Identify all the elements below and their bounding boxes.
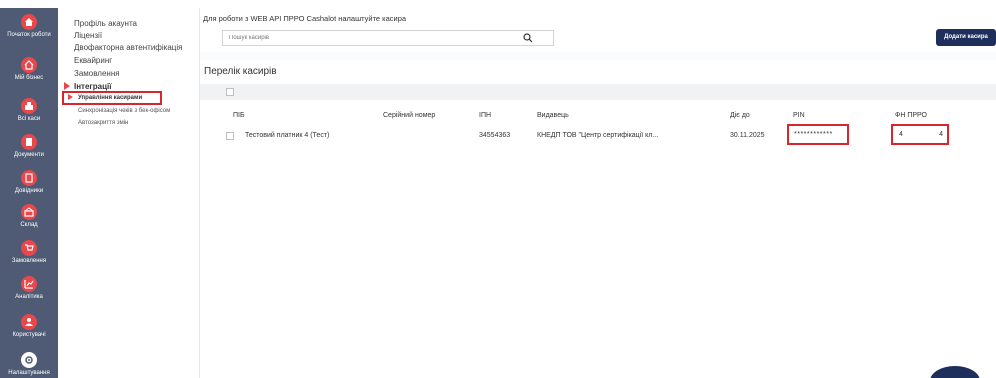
cashier-search-input[interactable] bbox=[222, 30, 554, 46]
nav-label: Всі каси bbox=[17, 116, 41, 122]
top-bar: Для роботи з WEB API ПРРО Cashalot налаш… bbox=[200, 8, 996, 52]
nav-item-directories[interactable]: Довідники bbox=[0, 170, 58, 195]
fn-prro-value-end: 4 bbox=[939, 131, 943, 138]
chart-icon bbox=[21, 276, 37, 292]
house-icon bbox=[21, 57, 37, 73]
cell-ipn: 34554363 bbox=[479, 132, 511, 139]
users-icon bbox=[21, 314, 37, 330]
home-icon bbox=[21, 14, 37, 30]
book-icon bbox=[21, 170, 37, 186]
nav-label: Склад bbox=[20, 222, 38, 228]
active-arrow-icon bbox=[68, 94, 73, 100]
expanded-arrow-icon bbox=[64, 82, 70, 90]
column-header-valid-until[interactable]: Діє до bbox=[730, 112, 750, 119]
document-icon bbox=[21, 134, 37, 150]
menu-item-acquiring[interactable]: Еквайринг bbox=[74, 56, 112, 65]
nav-label: Початок роботи bbox=[7, 32, 51, 38]
cart-icon bbox=[21, 240, 37, 256]
nav-label: Довідники bbox=[14, 188, 44, 194]
column-header-issuer[interactable]: Видавець bbox=[537, 112, 569, 119]
nav-label: Аналітика bbox=[15, 294, 43, 300]
nav-item-analytics[interactable]: Аналітика bbox=[0, 276, 58, 301]
settings-submenu: Профіль акаунта Ліцензії Двофакторна авт… bbox=[58, 8, 200, 378]
bulk-actions-bar bbox=[200, 84, 996, 100]
setup-hint: Для роботи з WEB API ПРРО Cashalot налаш… bbox=[203, 14, 407, 23]
nav-item-documents[interactable]: Документи bbox=[0, 134, 58, 159]
app-window: Початок роботи Мій бізнес Всі каси Докум… bbox=[0, 0, 996, 378]
column-header-ipn[interactable]: ІПН bbox=[479, 112, 491, 119]
column-header-serial[interactable]: Серійний номер bbox=[383, 112, 435, 119]
pin-field[interactable]: ************ bbox=[787, 124, 849, 145]
cell-valid-until: 30.11.2025 bbox=[730, 132, 765, 139]
select-all-checkbox[interactable] bbox=[226, 88, 234, 96]
search-button[interactable] bbox=[520, 30, 536, 46]
nav-item-settings[interactable]: Налаштування bbox=[0, 352, 58, 377]
pin-value: ************ bbox=[794, 131, 833, 138]
menu-item-account-profile[interactable]: Профіль акаунта bbox=[74, 19, 137, 28]
nav-item-my-business[interactable]: Мій бізнес bbox=[0, 57, 58, 82]
nav-label: Документи bbox=[14, 152, 44, 158]
column-header-pin[interactable]: PIN bbox=[793, 112, 805, 119]
menu-item-receipt-sync[interactable]: Синхронізація чеків з бек-офісом bbox=[78, 108, 170, 114]
nav-item-users[interactable]: Користувачі bbox=[0, 314, 58, 339]
nav-item-warehouse[interactable]: Склад bbox=[0, 204, 58, 229]
fn-prro-field[interactable]: 4 4 bbox=[891, 124, 949, 145]
nav-item-orders[interactable]: Замовлення bbox=[0, 240, 58, 265]
column-header-fn-prro[interactable]: ФН ПРРО bbox=[895, 112, 927, 119]
menu-item-integrations[interactable]: Інтеграції bbox=[74, 82, 111, 91]
menu-item-cashier-management[interactable]: Управління касирами bbox=[78, 95, 142, 101]
column-header-name[interactable]: ПІБ bbox=[233, 112, 245, 119]
panel-title: Перелік касирів bbox=[204, 66, 277, 77]
add-cashier-button[interactable]: Додати касира bbox=[936, 29, 996, 46]
menu-item-orders[interactable]: Замовлення bbox=[74, 69, 120, 78]
cashier-list-panel: Перелік касирів ПІБ Серійний номер ІПН В… bbox=[200, 60, 996, 378]
main-content: Для роботи з WEB API ПРРО Cashalot налаш… bbox=[200, 8, 996, 378]
nav-item-all-registers[interactable]: Всі каси bbox=[0, 98, 58, 123]
main-nav-rail: Початок роботи Мій бізнес Всі каси Докум… bbox=[0, 8, 58, 378]
menu-item-auto-close-shifts[interactable]: Автозакриття змін bbox=[78, 120, 128, 126]
warehouse-icon bbox=[21, 204, 37, 220]
menu-item-2fa[interactable]: Двофакторна автентифікація bbox=[74, 43, 182, 52]
nav-label: Замовлення bbox=[11, 258, 47, 264]
cell-issuer: КНЕДП ТОВ "Центр сертифікації кл... bbox=[537, 132, 659, 139]
row-checkbox[interactable] bbox=[226, 132, 234, 140]
menu-item-licenses[interactable]: Ліцензії bbox=[74, 31, 102, 40]
fn-prro-value: 4 bbox=[899, 131, 903, 138]
nav-label: Налаштування bbox=[8, 370, 50, 376]
nav-item-start[interactable]: Початок роботи bbox=[0, 14, 58, 39]
nav-label: Користувачі bbox=[12, 332, 46, 338]
search-icon bbox=[523, 33, 533, 43]
nav-label: Мій бізнес bbox=[14, 75, 44, 81]
cash-register-icon bbox=[21, 98, 37, 114]
cell-name: Тестовий платник 4 (Тест) bbox=[245, 132, 330, 139]
gear-icon bbox=[21, 352, 37, 368]
